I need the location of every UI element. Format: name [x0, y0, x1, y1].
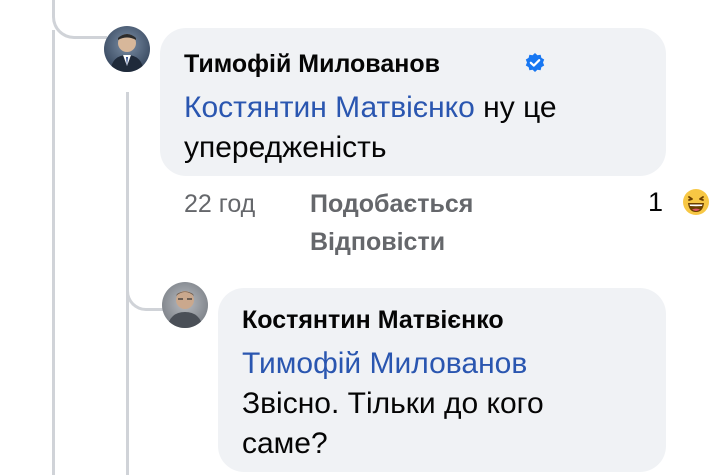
comment-text-part: Звісно. Тільки до кого — [242, 387, 544, 420]
person-avatar-icon — [110, 34, 144, 72]
thread-connector-curve — [52, 0, 107, 39]
reply-connector-curve — [126, 268, 163, 311]
comment-text-part: ну це — [474, 91, 557, 124]
reply-button[interactable]: Відповісти — [310, 228, 445, 257]
comment-author[interactable]: Костянтин Матвієнко — [242, 306, 504, 335]
comment-thread: Тимофій Милованов Костянтин Матвієнко ну… — [0, 0, 720, 475]
thread-connector-line — [52, 30, 55, 475]
comment-text: Костянтин Матвієнко ну це упередженість — [184, 88, 557, 168]
verified-badge-icon — [525, 53, 545, 72]
comment-text: Тимофій Милованов Звісно. Тільки до кого… — [242, 344, 544, 464]
comment-text-part: упередженість — [184, 131, 387, 164]
comment-bubble: Тимофій Милованов Костянтин Матвієнко ну… — [160, 28, 666, 176]
person-avatar-icon — [167, 291, 203, 328]
avatar[interactable] — [162, 282, 208, 328]
reaction-count[interactable]: 1 — [648, 187, 663, 218]
mention-link[interactable]: Костянтин Матвієнко — [184, 91, 475, 124]
comment-bubble: Костянтин Матвієнко Тимофій Милованов Зв… — [218, 288, 666, 472]
mention-link[interactable]: Тимофій Милованов — [242, 347, 527, 380]
like-button[interactable]: Подобається — [310, 190, 473, 219]
comment-timestamp[interactable]: 22 год — [184, 190, 255, 219]
avatar[interactable] — [104, 26, 150, 72]
comment-author[interactable]: Тимофій Милованов — [184, 50, 440, 79]
laughing-emoji-icon[interactable] — [680, 186, 712, 218]
comment-text-part: саме? — [242, 427, 328, 460]
